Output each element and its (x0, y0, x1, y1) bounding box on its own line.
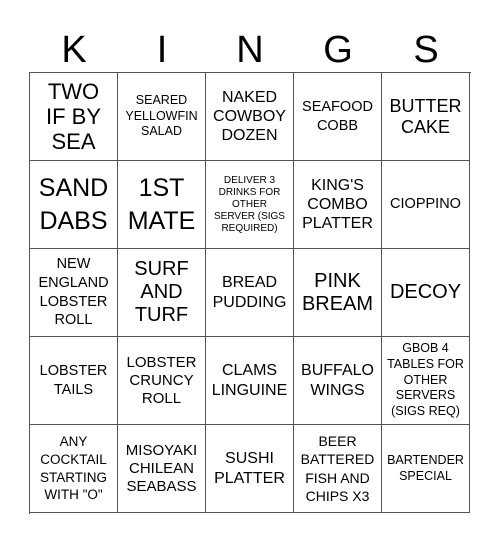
header-letter-k: K (61, 29, 87, 71)
bingo-cell[interactable]: BUTTER CAKE (382, 73, 470, 161)
bingo-cell[interactable]: BREAD PUDDING (206, 249, 294, 337)
bingo-cell[interactable]: PINK BREAM (294, 249, 382, 337)
header-letter-s: S (413, 29, 439, 71)
bingo-cell[interactable]: TWO IF BY SEA (30, 73, 118, 161)
bingo-cell[interactable]: ANY COCKTAIL STARTING WITH "O" (30, 425, 118, 513)
bingo-cell[interactable]: DELIVER 3 DRINKS FOR OTHER SERVER (SIGS … (206, 161, 294, 249)
bingo-cell[interactable]: LOBSTER CRUNCY ROLL (118, 337, 206, 425)
bingo-cell[interactable]: MISOYAKI CHILEAN SEABASS (118, 425, 206, 513)
bingo-cell[interactable]: DECOY (382, 249, 470, 337)
bingo-cell[interactable]: KING'S COMBO PLATTER (294, 161, 382, 249)
header-letter-i: I (156, 29, 168, 71)
bingo-header: K I N G S (30, 28, 470, 72)
bingo-cell[interactable]: SEAFOOD COBB (294, 73, 382, 161)
bingo-cell[interactable]: CIOPPINO (382, 161, 470, 249)
header-letter-g: G (323, 29, 353, 71)
bingo-cell[interactable]: GBOB 4 TABLES FOR OTHER SERVERS (SIGS RE… (382, 337, 470, 425)
bingo-cell[interactable]: BUFFALO WINGS (294, 337, 382, 425)
bingo-cell[interactable]: NEW ENGLAND LOBSTER ROLL (30, 249, 118, 337)
bingo-cell[interactable]: LOBSTER TAILS (30, 337, 118, 425)
bingo-cell[interactable]: CLAMS LINGUINE (206, 337, 294, 425)
bingo-cell[interactable]: SURF AND TURF (118, 249, 206, 337)
bingo-cell[interactable]: BEER BATTERED FISH AND CHIPS X3 (294, 425, 382, 513)
bingo-cell[interactable]: BARTENDER SPECIAL (382, 425, 470, 513)
bingo-cell[interactable]: SUSHI PLATTER (206, 425, 294, 513)
bingo-cell[interactable]: SAND DABS (30, 161, 118, 249)
bingo-cell[interactable]: SEARED YELLOWFIN SALAD (118, 73, 206, 161)
bingo-cell[interactable]: NAKED COWBOY DOZEN (206, 73, 294, 161)
bingo-cell[interactable]: 1ST MATE (118, 161, 206, 249)
bingo-grid: TWO IF BY SEA SEARED YELLOWFIN SALAD NAK… (29, 72, 471, 514)
header-letter-n: N (236, 29, 264, 71)
